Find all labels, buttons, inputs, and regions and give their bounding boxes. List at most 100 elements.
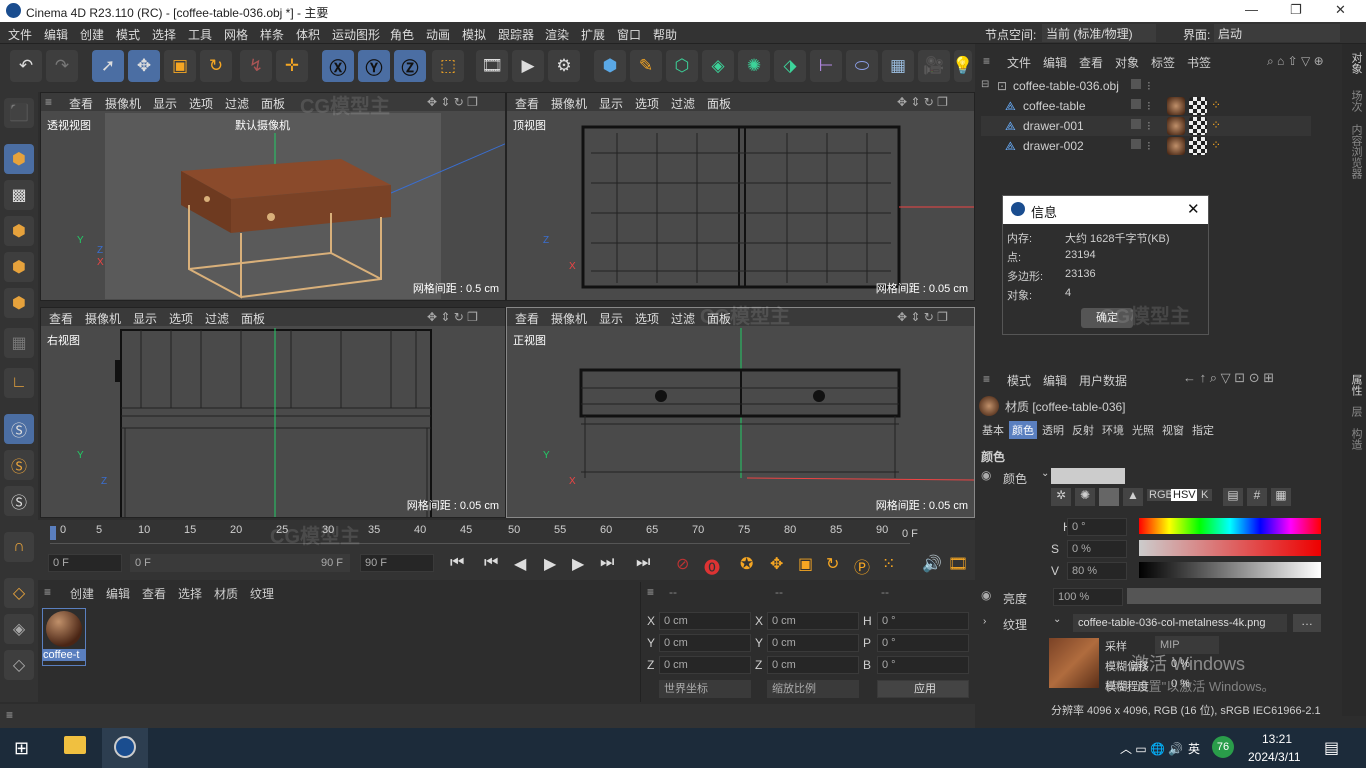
floor-icon[interactable]: ▦ [882, 50, 914, 82]
planar-workplane-icon[interactable]: ◇ [4, 650, 34, 680]
size-x-field[interactable]: 0 cm [767, 612, 859, 630]
camera-icon[interactable]: 🎥 [918, 50, 950, 82]
material-tag-icon[interactable] [1167, 117, 1185, 135]
material-tag-icon[interactable] [1167, 97, 1185, 115]
info-dialog-close-icon[interactable]: ✕ [1187, 200, 1200, 218]
object-row[interactable]: ⟁ drawer-001 ⁝ ⁘ [981, 116, 1311, 136]
prev-frame-icon[interactable]: ◀ [514, 554, 526, 574]
brightness-field[interactable]: 100 % [1053, 588, 1123, 606]
x-axis-lock-icon[interactable]: Ⓧ [322, 50, 354, 82]
menu-volume[interactable]: 体积 [296, 26, 320, 43]
texture-tag-icon[interactable] [1189, 117, 1207, 135]
texture-tag-icon[interactable] [1189, 97, 1207, 115]
brightness-radio-icon[interactable]: ◉ [981, 588, 991, 602]
menu-character[interactable]: 角色 [390, 26, 414, 43]
windows-start-icon[interactable]: ⊞ [14, 738, 29, 759]
tab-transparency[interactable]: 透明 [1039, 421, 1067, 439]
menu-help[interactable]: 帮助 [653, 26, 677, 43]
viewport-front[interactable]: 查看 摄像机 显示 选项 过滤 面板 ✥ ⇕ ↻ ❐ 正视图 Y X 网格间距 … [506, 307, 975, 518]
rotation-p-field[interactable]: 0 ° [877, 634, 969, 652]
expand-icon[interactable]: ⌄ [1041, 468, 1049, 479]
h-field[interactable]: 0 ° [1067, 518, 1127, 536]
phong-tag-icon[interactable]: ⁘ [1211, 138, 1221, 152]
om-search-icon[interactable]: ⌕ ⌂ ⇧ ▽ ⊕ [1267, 54, 1324, 69]
om-menu-tags[interactable]: 标签 [1151, 54, 1175, 71]
image-picker-icon[interactable] [1099, 488, 1119, 506]
side-tab-layers[interactable]: 层 [1348, 406, 1364, 417]
action-center-icon[interactable]: ▤ [1324, 738, 1339, 758]
material-tag-icon[interactable] [1167, 137, 1185, 155]
menu-mode[interactable]: 模式 [116, 26, 140, 43]
uv-mode-icon[interactable]: ▦ [4, 328, 34, 358]
tab-color[interactable]: 颜色 [1009, 421, 1037, 439]
color-radio-icon[interactable]: ◉ [981, 468, 991, 482]
interface-select[interactable]: 启动 [1214, 24, 1340, 42]
render-settings-icon[interactable]: ⚙ [548, 50, 580, 82]
visibility-toggle[interactable] [1131, 79, 1141, 89]
polygons-mode-icon[interactable]: ⬢ [4, 288, 34, 318]
extrude-icon[interactable]: ◈ [702, 50, 734, 82]
menu-create[interactable]: 创建 [80, 26, 104, 43]
object-row[interactable]: ⊟ ⊡ coffee-table-036.obj ⁝ [981, 76, 1311, 96]
tab-assign[interactable]: 指定 [1189, 421, 1217, 439]
menu-mograph[interactable]: 运动图形 [332, 26, 380, 43]
workplane-icon[interactable]: ◇ [4, 578, 34, 608]
world-coords-select[interactable]: 世界坐标 [659, 680, 751, 698]
render-view-icon[interactable]: 🎞 [476, 50, 508, 82]
tab-illumination[interactable]: 光照 [1129, 421, 1157, 439]
z-axis-lock-icon[interactable]: Ⓩ [394, 50, 426, 82]
axis-mode-icon[interactable]: ∟ [4, 368, 34, 398]
snap-settings-icon[interactable]: Ⓢ [4, 450, 34, 480]
attr-menu-edit[interactable]: 编辑 [1043, 372, 1067, 389]
key-parameter-icon[interactable]: Ⓟ [854, 554, 870, 578]
live-select-icon[interactable]: ➚ [92, 50, 124, 82]
menu-extensions[interactable]: 扩展 [581, 26, 605, 43]
hsv-mode-button[interactable]: HSV [1171, 489, 1198, 501]
phong-tag-icon[interactable]: ⁘ [1211, 118, 1221, 132]
visibility-toggle[interactable] [1131, 139, 1141, 149]
redo-icon[interactable]: ↷ [46, 50, 78, 82]
hue-slider[interactable] [1139, 518, 1321, 534]
menu-window[interactable]: 窗口 [617, 26, 641, 43]
material-swatch[interactable]: coffee-t [42, 608, 86, 666]
visibility-toggle[interactable] [1131, 99, 1141, 109]
rotate-icon[interactable]: ↻ [200, 50, 232, 82]
points-mode-icon[interactable]: ⬢ [4, 216, 34, 246]
side-tab-content-browser[interactable]: 内容浏览器 [1348, 124, 1364, 179]
prev-key-icon[interactable]: ⏮ [484, 554, 498, 572]
film-icon[interactable]: 🎞 [948, 554, 968, 574]
model-mode-icon[interactable]: ⬢ [4, 144, 34, 174]
mixer-icon[interactable]: ▲ [1123, 488, 1143, 506]
move-icon[interactable]: ✥ [128, 50, 160, 82]
viewport-perspective[interactable]: ≡ 查看 摄像机 显示 选项 过滤 面板 ✥ ⇕ ↻ ❐ 透视视图 默认摄像机 … [40, 92, 506, 301]
tab-basic[interactable]: 基本 [979, 421, 1007, 439]
mat-menu-view[interactable]: 查看 [142, 585, 166, 602]
side-tab-objects[interactable]: 对象 [1348, 52, 1364, 74]
menu-file[interactable]: 文件 [8, 26, 32, 43]
magnet-icon[interactable]: ∩ [4, 532, 34, 562]
texture-mode-icon[interactable]: ▩ [4, 180, 34, 210]
om-menu-view[interactable]: 查看 [1079, 54, 1103, 71]
tab-viewport[interactable]: 视窗 [1159, 421, 1187, 439]
edges-mode-icon[interactable]: ⬢ [4, 252, 34, 282]
tab-environment[interactable]: 环境 [1099, 421, 1127, 439]
material-menu-icon[interactable]: ≡ [44, 585, 51, 599]
coords-menu-icon[interactable]: ≡ [647, 585, 654, 599]
wheel-icon[interactable]: ✲ [1051, 488, 1071, 506]
menu-select[interactable]: 选择 [152, 26, 176, 43]
minimize-button[interactable]: — [1245, 2, 1258, 17]
v-field[interactable]: 80 % [1067, 562, 1127, 580]
viewport-right[interactable]: 查看 摄像机 显示 选项 过滤 面板 ✥ ⇕ ↻ ❐ 右视图 Y Z 网格间距 … [40, 307, 506, 518]
playhead[interactable] [50, 526, 56, 540]
texture-browse-button[interactable]: … [1293, 614, 1321, 632]
maximize-button[interactable]: ❐ [1290, 2, 1302, 18]
light-icon[interactable]: 💡 [952, 50, 974, 82]
sound-icon[interactable]: 🔊 [922, 554, 942, 574]
mat-menu-material[interactable]: 材质 [214, 585, 238, 602]
menu-render[interactable]: 渲染 [545, 26, 569, 43]
render-picture-viewer-icon[interactable]: ▶ [512, 50, 544, 82]
object-row[interactable]: ⟁ coffee-table ⁝ ⁘ [981, 96, 1311, 116]
autokey-icon[interactable]: ⓿ [704, 554, 720, 578]
mograph-icon[interactable]: ⬗ [774, 50, 806, 82]
transform-icon[interactable]: ✛ [276, 50, 308, 82]
